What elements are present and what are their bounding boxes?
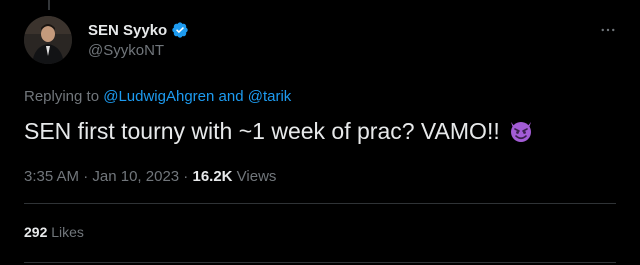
divider bbox=[24, 262, 616, 263]
meta-separator: · bbox=[79, 168, 93, 185]
likes-count: 292 bbox=[24, 224, 48, 240]
divider bbox=[24, 203, 616, 204]
more-options-icon[interactable] bbox=[596, 18, 620, 42]
author-avatar[interactable] bbox=[24, 16, 72, 64]
author-handle[interactable]: @SyykoNT bbox=[88, 42, 189, 59]
likes-label: Likes bbox=[47, 224, 84, 240]
smiling-devil-emoji-icon bbox=[508, 118, 534, 144]
avatar-image bbox=[24, 16, 72, 64]
verified-badge-icon bbox=[171, 21, 189, 39]
tweet-date[interactable]: Jan 10, 2023 bbox=[92, 168, 179, 185]
replying-to-line: Replying to @LudwigAhgren and @tarik bbox=[24, 88, 291, 105]
tweet-body: SEN first tourny with ~1 week of prac? V… bbox=[24, 116, 534, 146]
thread-connector-line bbox=[48, 0, 50, 10]
tweet-text: SEN first tourny with ~1 week of prac? V… bbox=[24, 118, 500, 144]
author-names: SEN Syyko @SyykoNT bbox=[88, 20, 189, 59]
meta-separator: · bbox=[179, 168, 193, 185]
author-display-name[interactable]: SEN Syyko bbox=[88, 22, 167, 39]
display-name-row: SEN Syyko bbox=[88, 20, 189, 40]
reply-mention-tarik[interactable]: @tarik bbox=[248, 88, 292, 105]
tweet-time[interactable]: 3:35 AM bbox=[24, 168, 79, 185]
likes-stat[interactable]: 292 Likes bbox=[24, 224, 84, 240]
replying-and: and bbox=[214, 88, 248, 105]
views-count: 16.2K bbox=[192, 168, 233, 185]
tweet-header: SEN Syyko @SyykoNT bbox=[24, 16, 620, 72]
replying-prefix: Replying to bbox=[24, 88, 104, 105]
reply-mention-ludwigahgren[interactable]: @LudwigAhgren bbox=[103, 88, 214, 105]
views-label: Views bbox=[232, 168, 277, 185]
tweet-meta: 3:35 AM · Jan 10, 2023 · 16.2K Views bbox=[24, 168, 276, 185]
